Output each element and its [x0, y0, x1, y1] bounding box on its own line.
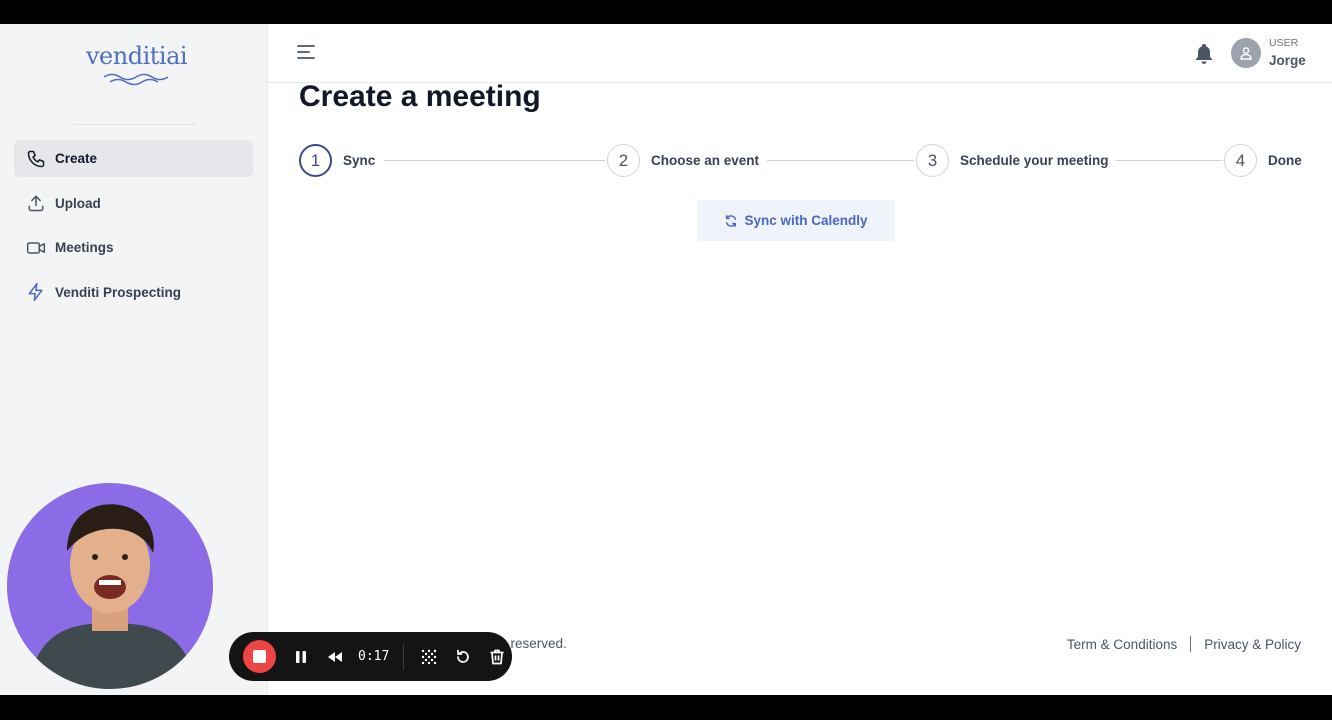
sidebar-item-meetings[interactable]: Meetings: [14, 229, 253, 266]
sync-icon: [726, 214, 737, 227]
step-connector: [1115, 160, 1223, 161]
restart-icon[interactable]: [454, 648, 472, 666]
recorder-divider: [403, 643, 405, 670]
page-title: Create a meeting: [299, 80, 541, 113]
bolt-icon: [28, 282, 43, 302]
webcam-bubble[interactable]: [7, 483, 213, 689]
upload-icon: [28, 195, 44, 212]
user-icon: [1240, 47, 1252, 60]
logo[interactable]: venditiai: [86, 42, 188, 90]
trash-icon[interactable]: [488, 648, 506, 666]
avatar[interactable]: [1231, 38, 1261, 68]
step-4-label: Done: [1268, 153, 1302, 168]
privacy-link[interactable]: Privacy & Policy: [1204, 637, 1301, 652]
person-silhouette: [27, 504, 197, 689]
video-icon: [26, 241, 46, 254]
stop-icon: [253, 650, 266, 663]
footer-separator: [1190, 636, 1192, 652]
pause-icon[interactable]: [292, 648, 310, 666]
user-name[interactable]: Jorge: [1269, 53, 1306, 68]
sync-button-label: Sync with Calendly: [744, 213, 868, 228]
sidebar-nav: Create Upload Meetings Venditi Prospecti…: [14, 140, 253, 318]
recording-controls: 0:17: [229, 632, 512, 681]
sidebar-item-label: Create: [55, 151, 98, 166]
stepper: 1 Sync 2 Choose an event 3 Schedule your…: [299, 144, 1309, 178]
grid-icon[interactable]: [420, 648, 438, 666]
top-bar: USER Jorge: [268, 24, 1332, 83]
sidebar-item-create[interactable]: Create: [14, 140, 253, 177]
step-1-label: Sync: [343, 153, 376, 168]
menu-icon[interactable]: [296, 43, 316, 61]
stop-recording-button[interactable]: [243, 640, 276, 673]
step-4-circle: 4: [1224, 144, 1257, 177]
step-connector: [767, 160, 914, 161]
step-connector: [384, 160, 605, 161]
footer-links: Term & Conditions Privacy & Policy: [1067, 636, 1301, 652]
phone-icon: [27, 150, 45, 167]
step-3-circle: 3: [916, 144, 949, 177]
step-2-circle: 2: [607, 144, 640, 177]
rewind-icon[interactable]: [326, 648, 344, 666]
step-1-circle: 1: [299, 144, 332, 177]
sync-with-calendly-button[interactable]: Sync with Calendly: [697, 200, 895, 241]
wave-icon: [103, 73, 169, 86]
sidebar-item-label: Upload: [55, 195, 101, 211]
sidebar-item-venditi-prospecting[interactable]: Venditi Prospecting: [14, 274, 253, 311]
logo-text: venditiai: [86, 42, 188, 70]
sidebar-item-label: Meetings: [55, 240, 114, 255]
sidebar-item-upload[interactable]: Upload: [14, 185, 253, 222]
terms-link[interactable]: Term & Conditions: [1067, 637, 1177, 652]
sidebar-item-label: Venditi Prospecting: [55, 284, 182, 300]
sidebar-divider: [74, 124, 196, 125]
bell-icon[interactable]: [1194, 43, 1214, 65]
recording-timer: 0:17: [358, 649, 390, 664]
step-3-label: Schedule your meeting: [960, 153, 1109, 168]
step-2-label: Choose an event: [651, 153, 760, 168]
user-role: USER: [1269, 37, 1299, 49]
